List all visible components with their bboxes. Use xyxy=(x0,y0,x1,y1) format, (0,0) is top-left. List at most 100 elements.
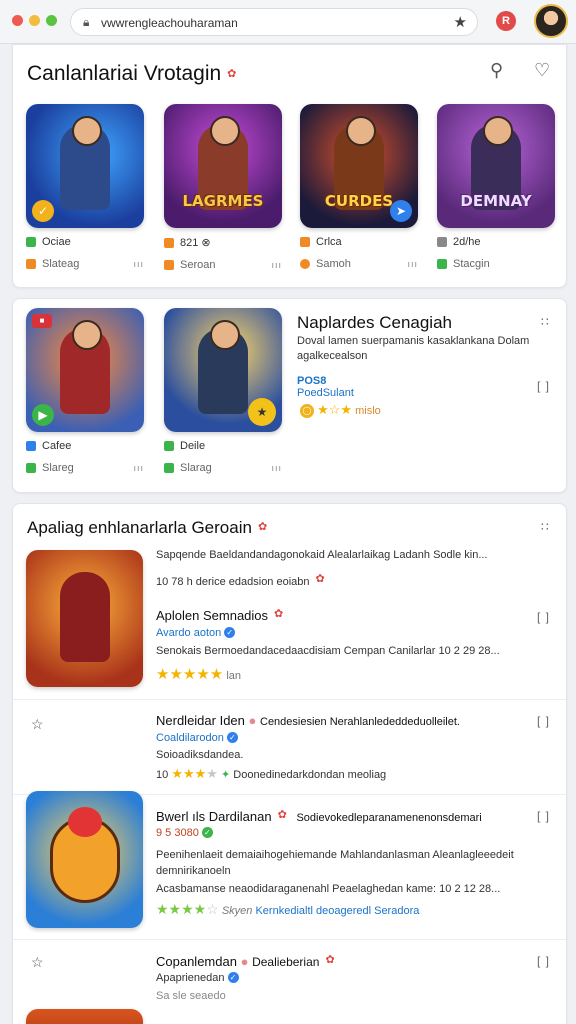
tile-meta: 2d/he xyxy=(437,236,555,248)
search-icon[interactable]: ⚲ xyxy=(490,60,503,81)
expand-icon[interactable]: [ ] xyxy=(537,610,550,624)
window-controls xyxy=(12,15,57,26)
store-icon xyxy=(164,260,174,270)
item-sub-text: Apaprienedan xyxy=(156,972,225,984)
star-outline-icon[interactable]: ☆ xyxy=(31,954,44,971)
item-title-text[interactable]: Copanlemdan xyxy=(156,954,237,969)
verified-icon: ✓ xyxy=(224,627,236,638)
game-tile[interactable]: ★ Deile Slarag ııı xyxy=(164,308,282,474)
item-title-text[interactable]: Bwerl ıls Dardilanan xyxy=(156,809,272,824)
game-thumbnail[interactable]: CURDES ➤ xyxy=(300,104,418,228)
category-icon xyxy=(164,237,174,248)
game-tile[interactable]: ▶ ■ Cafee Slareg ııı xyxy=(26,308,144,474)
avatar[interactable] xyxy=(534,4,568,38)
feature-tag: POS8 xyxy=(297,375,327,387)
game-thumbnail[interactable]: DEMNAY xyxy=(437,104,555,228)
item-title-text[interactable]: Aplolen Semnadios xyxy=(156,608,268,623)
hot-icon: ✿ xyxy=(274,608,284,620)
category-icon xyxy=(26,441,36,451)
tile-meta-secondary: Stacgin xyxy=(437,258,555,270)
hot-icon: ✿ xyxy=(325,954,335,966)
store-icon xyxy=(164,463,174,473)
game-tile[interactable]: ✓ Ociae Slateag ııı xyxy=(26,104,144,270)
rating-number: 10 xyxy=(156,769,169,781)
game-thumbnail[interactable]: ▶ ■ xyxy=(26,308,144,432)
rating-stars: ★☆★ xyxy=(317,402,353,417)
game-tile[interactable]: CURDES ➤ Crlca Samoh ııı xyxy=(300,104,418,270)
tile-label: 821 ⊗ xyxy=(180,237,211,249)
list-item-title[interactable]: Copanlemdan ● Dealieberian ✿ xyxy=(156,953,335,969)
feature-rating: ◯ ★☆★ mislo xyxy=(297,402,381,418)
item-title-extra: Sodievokedleparanamenenonsdemari xyxy=(296,812,482,824)
list-item-description-2: demnirikanoeln xyxy=(156,865,231,877)
game-thumbnail[interactable] xyxy=(26,791,143,928)
minimize-window-button[interactable] xyxy=(29,15,40,26)
grip-icon[interactable]: ∷ xyxy=(541,315,550,329)
notification-icon[interactable]: ♡ xyxy=(534,60,550,81)
section-title-text: Canlanlariai Vrotagin xyxy=(27,62,222,85)
badge-icon: ● xyxy=(248,713,257,728)
hot-icon: ✿ xyxy=(257,521,268,533)
game-thumbnail[interactable]: LAGRMES xyxy=(164,104,282,228)
list-item[interactable]: ☆ Copanlemdan ● Dealieberian ✿ [ ] Apapri… xyxy=(13,939,566,1024)
close-window-button[interactable] xyxy=(12,15,23,26)
item-title-text[interactable]: Nerdleidar Iden xyxy=(156,713,245,728)
game-tile[interactable]: LAGRMES 821 ⊗ Seroan ııı xyxy=(164,104,282,271)
feature-description: Doval lamen suerpamanis kasaklankana Dol… xyxy=(297,335,530,347)
list-header-line: Sapqende Baeldandandagonokaid Alealarlai… xyxy=(156,549,488,561)
list-item-subtitle: Apaprienedan ✓ xyxy=(156,972,239,984)
list-item[interactable]: Bwerl ıls Dardilanan ✿ Sodievokedleparana… xyxy=(13,791,566,934)
verified-icon: ✦ xyxy=(221,769,231,781)
address-bar[interactable]: 🔒︎ vwwrengleachouharaman ★ xyxy=(70,8,478,36)
item-meta: Doonedinedarkdondan meoliag xyxy=(233,769,387,781)
game-thumbnail[interactable] xyxy=(26,550,143,687)
hot-icon: ✿ xyxy=(227,68,237,80)
list-item-rating: ★★★★★ lan xyxy=(156,665,241,683)
game-thumbnail[interactable]: ✓ xyxy=(26,104,144,228)
signal-indicator: ııı xyxy=(271,463,282,473)
tile-sublabel: Stacgin xyxy=(453,258,490,270)
tile-sublabel: Slareg xyxy=(42,462,74,474)
list-item-title[interactable]: Nerdleidar Iden ● Cendesiesien Nerahlanl… xyxy=(156,713,460,728)
star-outline-icon[interactable]: ☆ xyxy=(31,716,44,733)
game-thumbnail[interactable] xyxy=(26,1009,143,1024)
expand-icon[interactable]: [ ] xyxy=(537,714,550,728)
signal-indicator: ııı xyxy=(271,260,282,270)
expand-icon[interactable]: [ ] xyxy=(537,809,550,823)
item-title-extra: Cendesiesien Nerahlanlededdeduolleilet. xyxy=(260,716,460,728)
expand-icon[interactable]: [ ] xyxy=(537,379,550,393)
url-text[interactable]: vwwrengleachouharaman xyxy=(101,16,238,30)
hero-figure xyxy=(60,116,110,210)
grip-icon[interactable]: ∷ xyxy=(541,520,550,534)
rating-stars: ★★★★ xyxy=(171,766,218,781)
game-logo: LAGRMES xyxy=(182,192,264,210)
list-item[interactable]: ☆ Nerdleidar Iden ● Cendesiesien Nerahla… xyxy=(13,699,566,794)
store-icon xyxy=(26,463,36,473)
store-icon xyxy=(300,259,310,269)
item-title-extra: Dealieberian xyxy=(252,955,320,969)
tile-sublabel: Slateag xyxy=(42,258,80,270)
badge-icon: ● xyxy=(240,954,249,969)
star-icon[interactable]: ★ xyxy=(454,13,467,31)
maximize-window-button[interactable] xyxy=(46,15,57,26)
expand-icon[interactable]: [ ] xyxy=(537,954,550,968)
game-logo: DEMNAY xyxy=(460,192,532,210)
list-item-subtitle: Avardo aoton ✓ xyxy=(156,627,236,639)
rating-extra: Skyen xyxy=(221,905,253,917)
tile-meta-secondary: Samoh ııı xyxy=(300,258,418,270)
list-item-title[interactable]: Bwerl ıls Dardilanan ✿ Sodievokedleparana… xyxy=(156,808,482,824)
tile-label: Crlca xyxy=(316,236,342,248)
game-thumbnail[interactable]: ★ xyxy=(164,308,282,432)
rating-extra: lan xyxy=(226,670,241,682)
game-tile[interactable]: DEMNAY 2d/he Stacgin xyxy=(437,104,555,270)
hero-figure xyxy=(60,320,110,414)
extension-button[interactable]: R xyxy=(496,11,516,31)
tile-meta-secondary: Seroan ııı xyxy=(164,259,282,271)
list-item-subtitle: Coaldilarodon ✓ xyxy=(156,732,238,744)
feature-title[interactable]: Naplardes Cenagiah xyxy=(297,313,452,333)
list-item-title[interactable]: Aplolen Semnadios ✿ xyxy=(156,607,283,623)
list-item-description: Peenihenlaeit demaiaihogehiemande Mahlan… xyxy=(156,849,514,861)
hot-icon: ✿ xyxy=(277,809,287,821)
tile-meta: Crlca xyxy=(300,236,418,248)
badge-icon: ✓ xyxy=(32,200,54,222)
